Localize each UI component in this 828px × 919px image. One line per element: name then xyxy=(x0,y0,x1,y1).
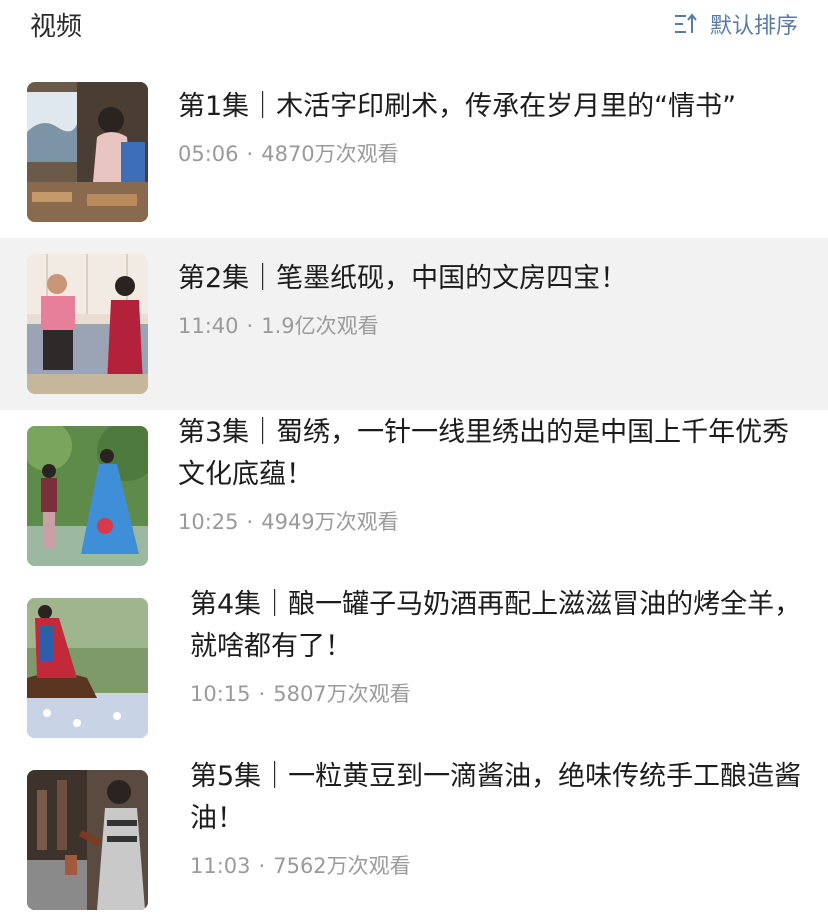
video-title: 第5集｜一粒黄豆到一滴酱油，绝味传统手工酿造酱油！ xyxy=(190,761,802,834)
video-meta: 05:06 · 4870万次观看 xyxy=(178,138,808,168)
video-views: 4949万次观看 xyxy=(261,510,399,534)
header: 视频 默认排序 xyxy=(0,0,828,60)
video-item[interactable]: 第3集｜蜀绣，一针一线里绣出的是中国上千年优秀文化底蕴！ 10:25 · 4949万… xyxy=(0,410,828,582)
video-views: 1.9亿次观看 xyxy=(261,314,379,338)
video-info: 第5集｜一粒黄豆到一滴酱油，绝味传统手工酿造酱油！ 11:03 · 7562万次观看 xyxy=(190,756,808,880)
video-views: 4870万次观看 xyxy=(261,142,399,166)
video-meta: 11:40 · 1.9亿次观看 xyxy=(178,310,808,340)
meta-separator: · xyxy=(258,854,266,878)
study-treasures-thumbnail xyxy=(27,254,148,394)
video-info: 第3集｜蜀绣，一针一线里绣出的是中国上千年优秀文化底蕴！ 10:25 · 4949万… xyxy=(178,412,808,536)
video-duration: 11:03 xyxy=(190,854,251,878)
video-views: 5807万次观看 xyxy=(273,682,411,706)
video-info: 第4集｜酿一罐子马奶酒再配上滋滋冒油的烤全羊，就啥都有了！ 10:15 · 5807… xyxy=(190,584,808,708)
video-thumbnail[interactable] xyxy=(27,770,148,910)
video-duration: 10:15 xyxy=(190,682,251,706)
video-title: 第3集｜蜀绣，一针一线里绣出的是中国上千年优秀文化底蕴！ xyxy=(178,417,790,490)
video-item[interactable]: 第1集｜木活字印刷术，传承在岁月里的“情书” 05:06 · 4870万次观看 xyxy=(0,68,828,238)
page-title: 视频 xyxy=(30,12,83,42)
video-thumbnail[interactable] xyxy=(27,598,148,738)
video-thumbnail[interactable] xyxy=(27,426,148,566)
video-meta: 10:15 · 5807万次观看 xyxy=(190,678,808,708)
video-views: 7562万次观看 xyxy=(273,854,411,878)
video-title: 第1集｜木活字印刷术，传承在岁月里的“情书” xyxy=(178,91,737,122)
video-item[interactable]: 第5集｜一粒黄豆到一滴酱油，绝味传统手工酿造酱油！ 11:03 · 7562万次观看 xyxy=(0,754,828,919)
video-info: 第2集｜笔墨纸砚，中国的文房四宝！ 11:40 · 1.9亿次观看 xyxy=(178,258,808,340)
video-item[interactable]: 第2集｜笔墨纸砚，中国的文房四宝！ 11:40 · 1.9亿次观看 xyxy=(0,238,828,410)
video-thumbnail[interactable] xyxy=(27,82,148,222)
meta-separator: · xyxy=(246,142,254,166)
video-list: 第1集｜木活字印刷术，传承在岁月里的“情书” 05:06 · 4870万次观看 xyxy=(0,68,828,919)
sort-label: 默认排序 xyxy=(709,14,798,39)
woodblock-printing-thumbnail xyxy=(27,82,148,222)
meta-separator: · xyxy=(246,510,254,534)
sort-button[interactable]: 默认排序 xyxy=(674,8,798,40)
video-meta: 10:25 · 4949万次观看 xyxy=(178,506,808,536)
video-meta: 11:03 · 7562万次观看 xyxy=(190,850,808,880)
meta-separator: · xyxy=(258,682,266,706)
video-duration: 05:06 xyxy=(178,142,239,166)
shu-embroidery-thumbnail xyxy=(27,426,148,566)
soy-sauce-thumbnail xyxy=(27,770,148,910)
horse-milk-wine-thumbnail xyxy=(27,598,148,738)
sort-icon xyxy=(674,13,697,33)
meta-separator: · xyxy=(246,314,254,338)
video-duration: 10:25 xyxy=(178,510,239,534)
video-info: 第1集｜木活字印刷术，传承在岁月里的“情书” 05:06 · 4870万次观看 xyxy=(178,86,808,168)
video-duration: 11:40 xyxy=(178,314,239,338)
video-thumbnail[interactable] xyxy=(27,254,148,394)
video-title: 第2集｜笔墨纸砚，中国的文房四宝！ xyxy=(178,263,628,294)
video-item[interactable]: 第4集｜酿一罐子马奶酒再配上滋滋冒油的烤全羊，就啥都有了！ 10:15 · 5807… xyxy=(0,582,828,754)
video-title: 第4集｜酿一罐子马奶酒再配上滋滋冒油的烤全羊，就啥都有了！ xyxy=(190,589,802,662)
